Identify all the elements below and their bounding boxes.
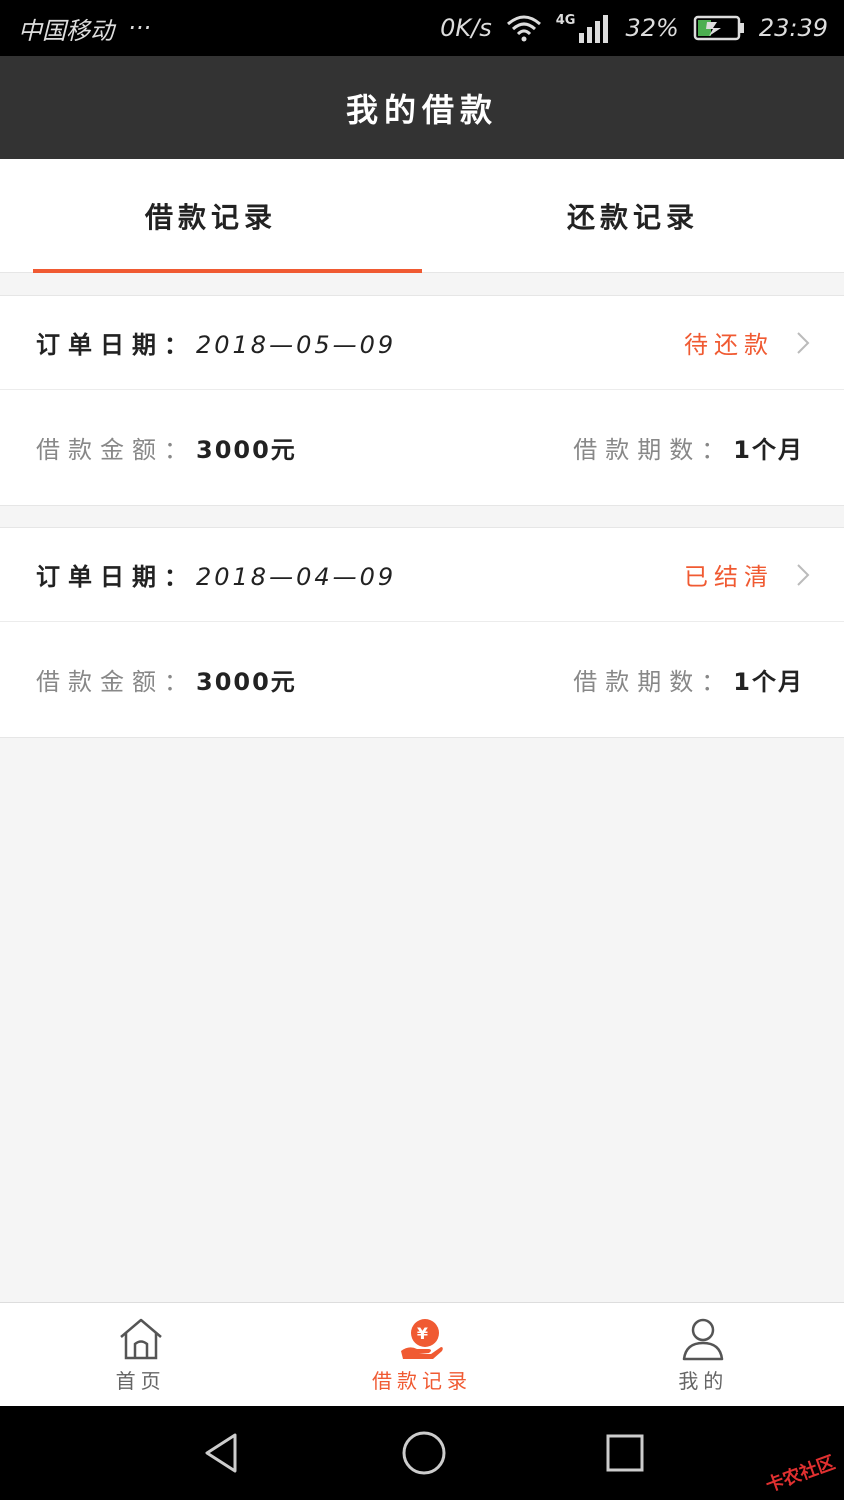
record-detail-row: 借款金额： 3000元 借款期数： 1个月 bbox=[0, 390, 844, 505]
record-header-row[interactable]: 订单日期： 2018—05—09 待还款 bbox=[0, 296, 844, 390]
back-icon[interactable] bbox=[199, 1431, 243, 1475]
loan-term-value: 1个月 bbox=[733, 668, 804, 696]
loan-amount-value: 3000元 bbox=[196, 668, 297, 696]
order-date-label: 订单日期： bbox=[36, 563, 196, 591]
home-icon bbox=[119, 1318, 162, 1359]
svg-text:¥: ¥ bbox=[417, 1324, 433, 1343]
network-speed: 0K/s bbox=[440, 14, 492, 42]
status-bar: 中国移动 ··· 0K/s 4G 32% 23:39 bbox=[0, 0, 844, 56]
active-tab-indicator bbox=[33, 269, 422, 273]
battery-percent: 32% bbox=[625, 14, 679, 42]
clock-time: 23:39 bbox=[758, 14, 828, 42]
tab-label: 借款记录 bbox=[144, 200, 277, 234]
nav-home[interactable]: 首页 bbox=[0, 1303, 281, 1407]
loan-term-label: 借款期数： bbox=[573, 668, 734, 696]
battery-charging-icon bbox=[693, 15, 744, 41]
nav-label: 首页 bbox=[115, 1368, 166, 1393]
tab-label: 还款记录 bbox=[566, 200, 699, 234]
record-header-row[interactable]: 订单日期： 2018—04—09 已结清 bbox=[0, 528, 844, 622]
loan-amount-label: 借款金额： bbox=[36, 668, 196, 696]
yuan-hand-icon: ¥ bbox=[400, 1318, 443, 1359]
record-tabs: 借款记录 还款记录 bbox=[0, 159, 844, 273]
record-detail-row: 借款金额： 3000元 借款期数： 1个月 bbox=[0, 622, 844, 737]
order-date-value: 2018—04—09 bbox=[196, 563, 397, 591]
system-nav-bar bbox=[0, 1406, 844, 1500]
record-status: 待还款 bbox=[684, 331, 774, 359]
wifi-icon bbox=[506, 15, 541, 42]
loan-amount-value: 3000元 bbox=[196, 436, 297, 464]
order-date-value: 2018—05—09 bbox=[196, 331, 397, 359]
nav-label: 我的 bbox=[678, 1368, 729, 1393]
chevron-right-icon bbox=[797, 331, 810, 354]
nav-label: 借款记录 bbox=[371, 1368, 472, 1393]
home-circle-icon[interactable] bbox=[401, 1430, 447, 1476]
page-title: 我的借款 bbox=[345, 90, 498, 129]
signal-icon bbox=[579, 15, 609, 43]
loan-term-value: 1个月 bbox=[733, 436, 804, 464]
chevron-right-icon bbox=[797, 563, 810, 586]
order-date-label: 订单日期： bbox=[36, 331, 196, 359]
recent-apps-icon[interactable] bbox=[605, 1433, 645, 1473]
bottom-nav: 首页 ¥ 借款记录 我的 bbox=[0, 1302, 844, 1407]
loan-term-label: 借款期数： bbox=[573, 436, 734, 464]
record-status: 已结清 bbox=[684, 563, 774, 591]
user-icon bbox=[683, 1318, 724, 1360]
title-bar: 我的借款 bbox=[0, 56, 844, 159]
nav-mine[interactable]: 我的 bbox=[563, 1303, 844, 1407]
carrier-name: 中国移动 bbox=[18, 16, 114, 45]
tab-borrow-records[interactable]: 借款记录 bbox=[0, 159, 422, 273]
loan-record-card[interactable]: 订单日期： 2018—05—09 待还款 借款金额： 3000元 借款期数： 1… bbox=[0, 295, 844, 506]
network-type: 4G bbox=[555, 13, 576, 28]
tab-repayment-records[interactable]: 还款记录 bbox=[422, 159, 844, 272]
nav-borrow-records[interactable]: ¥ 借款记录 bbox=[281, 1303, 562, 1407]
loan-record-card[interactable]: 订单日期： 2018—04—09 已结清 借款金额： 3000元 借款期数： 1… bbox=[0, 527, 844, 738]
loan-amount-label: 借款金额： bbox=[36, 436, 196, 464]
more-notifications-icon: ··· bbox=[128, 14, 151, 42]
